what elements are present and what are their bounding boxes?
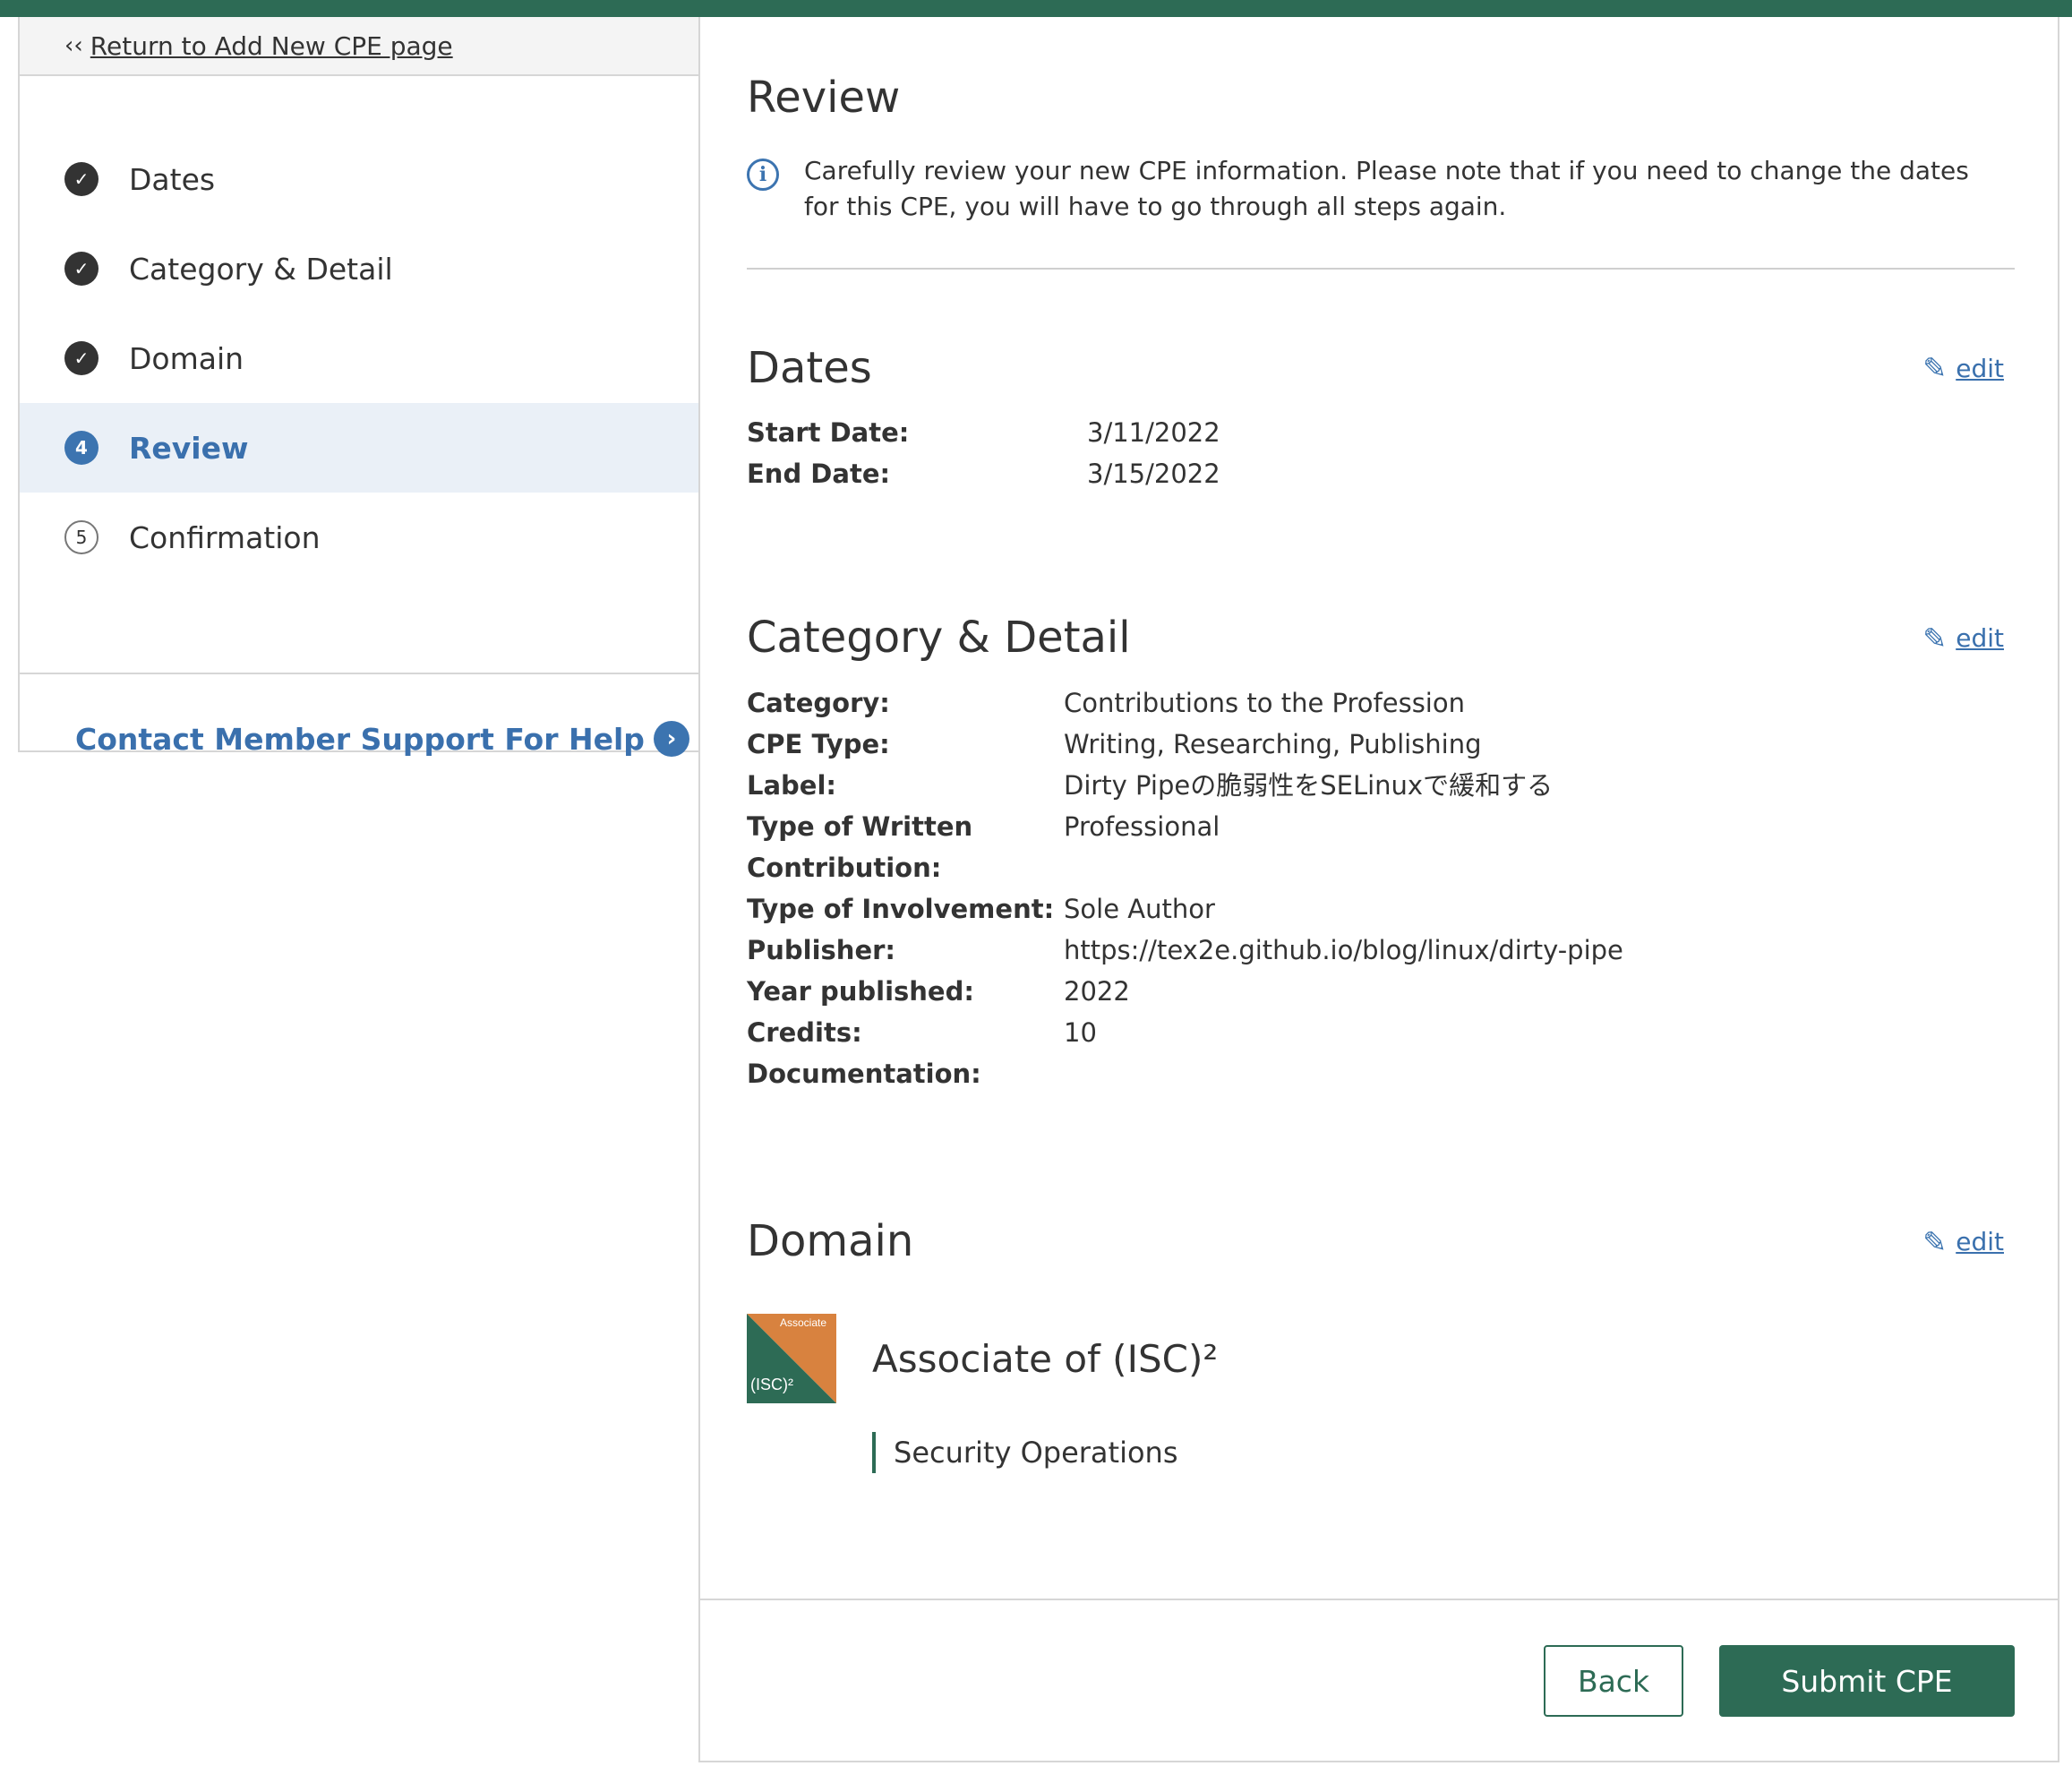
field-label: Publisher: xyxy=(747,934,896,965)
detail-row: Type of Written Contribution: Profession… xyxy=(747,806,2015,888)
pencil-icon: ✎ xyxy=(1922,1224,1948,1259)
step-label: Confirmation xyxy=(129,519,321,555)
domain-name: Associate of (ISC)² xyxy=(872,1336,1219,1381)
detail-row: Type of Involvement: Sole Author xyxy=(747,888,2015,930)
start-date-row: Start Date: 3/11/2022 xyxy=(747,412,2015,453)
step-label: Domain xyxy=(129,340,244,376)
edit-link[interactable]: edit xyxy=(1956,1227,2004,1256)
support-section: Contact Member Support For Help › xyxy=(20,674,698,757)
detail-row: Credits: 10 xyxy=(747,1012,2015,1053)
category-edit[interactable]: ✎ edit xyxy=(1922,622,2004,656)
contact-support-link[interactable]: Contact Member Support For Help xyxy=(75,722,645,757)
check-circle-icon: ✓ xyxy=(64,252,98,286)
dates-section: Dates ✎ edit Start Date: 3/11/2022 End D… xyxy=(747,343,2015,495)
detail-row: Label: Dirty Pipeの脆弱性をSELinuxで緩和する xyxy=(747,765,2015,806)
check-circle-icon: ✓ xyxy=(64,341,98,375)
field-value: https://tex2e.github.io/blog/linux/dirty… xyxy=(1064,934,1623,965)
double-chevron-left-icon: ‹‹ xyxy=(64,32,83,59)
field-value: 2022 xyxy=(1064,975,1130,1007)
return-bar: ‹‹ Return to Add New CPE page xyxy=(20,17,698,76)
field-label: Year published: xyxy=(747,975,974,1007)
field-value: Writing, Researching, Publishing xyxy=(1064,728,1482,759)
back-button[interactable]: Back xyxy=(1544,1645,1683,1717)
step-number-badge: 5 xyxy=(64,520,98,554)
field-value: 3/15/2022 xyxy=(1087,459,1220,490)
edit-link[interactable]: edit xyxy=(1956,623,2004,653)
field-label: CPE Type: xyxy=(747,728,890,759)
submit-cpe-button[interactable]: Submit CPE xyxy=(1719,1645,2015,1717)
info-icon: i xyxy=(747,158,779,191)
field-label: Credits: xyxy=(747,1016,862,1048)
field-label: Type of Written Contribution: xyxy=(747,810,973,883)
step-confirmation[interactable]: 5 Confirmation xyxy=(20,493,698,582)
field-value: Sole Author xyxy=(1064,893,1215,924)
field-label: Label: xyxy=(747,769,837,801)
dates-title: Dates xyxy=(747,342,872,393)
return-link[interactable]: Return to Add New CPE page xyxy=(90,31,453,61)
divider xyxy=(747,267,2015,270)
top-brand-bar xyxy=(0,0,2072,17)
review-panel: Review i Carefully review your new CPE i… xyxy=(698,17,2059,1762)
pencil-icon: ✎ xyxy=(1922,351,1948,386)
domain-section: Domain ✎ edit Associate (ISC)² Associate… xyxy=(747,1216,2015,1474)
field-value: Professional xyxy=(1064,810,1220,842)
action-footer: Back Submit CPE xyxy=(700,1599,2058,1761)
detail-row: Documentation: xyxy=(747,1053,2015,1094)
detail-row: Publisher: https://tex2e.github.io/blog/… xyxy=(747,930,2015,971)
badge-bottom-text: (ISC)² xyxy=(750,1376,793,1393)
detail-row: CPE Type: Writing, Researching, Publishi… xyxy=(747,724,2015,765)
info-text: Carefully review your new CPE informatio… xyxy=(804,155,1969,221)
dates-edit[interactable]: ✎ edit xyxy=(1922,351,2004,385)
category-title: Category & Detail xyxy=(747,613,1131,664)
field-label: Documentation: xyxy=(747,1058,981,1089)
field-value: Dirty Pipeの脆弱性をSELinuxで緩和する xyxy=(1064,769,1554,801)
step-label: Review xyxy=(129,430,249,466)
step-label: Category & Detail xyxy=(129,251,393,287)
end-date-row: End Date: 3/15/2022 xyxy=(747,453,2015,494)
category-section: Category & Detail ✎ edit Category: Contr… xyxy=(747,613,2015,1094)
pencil-icon: ✎ xyxy=(1922,621,1948,656)
field-value: 10 xyxy=(1064,1016,1097,1048)
detail-row: Year published: 2022 xyxy=(747,971,2015,1012)
field-label: End Date: xyxy=(747,459,891,490)
domain-row: Associate (ISC)² Associate of (ISC)² xyxy=(747,1314,2015,1404)
info-notice: i Carefully review your new CPE informat… xyxy=(747,153,2013,225)
field-label: Type of Involvement: xyxy=(747,893,1055,924)
step-category-detail[interactable]: ✓ Category & Detail xyxy=(20,224,698,313)
field-label: Start Date: xyxy=(747,417,910,449)
check-circle-icon: ✓ xyxy=(64,162,98,196)
field-value: Contributions to the Profession xyxy=(1064,687,1465,718)
field-label: Category: xyxy=(747,687,890,718)
steps-sidebar: ‹‹ Return to Add New CPE page ✓ Dates ✓ … xyxy=(18,17,700,757)
edit-link[interactable]: edit xyxy=(1956,354,2004,383)
step-number-badge: 4 xyxy=(64,431,98,465)
domain-title: Domain xyxy=(747,1215,914,1266)
domain-edit[interactable]: ✎ edit xyxy=(1922,1225,2004,1259)
step-review[interactable]: 4 Review xyxy=(20,403,698,493)
step-list: ✓ Dates ✓ Category & Detail ✓ Domain 4 R… xyxy=(20,76,698,674)
field-value: 3/11/2022 xyxy=(1087,417,1220,449)
step-label: Dates xyxy=(129,161,216,197)
detail-row: Category: Contributions to the Professio… xyxy=(747,682,2015,724)
step-dates[interactable]: ✓ Dates xyxy=(20,134,698,224)
page-title: Review xyxy=(747,73,901,123)
step-domain[interactable]: ✓ Domain xyxy=(20,313,698,403)
badge-top-text: Associate xyxy=(780,1316,826,1329)
subdomain: Security Operations xyxy=(872,1432,2015,1474)
chevron-right-circle-icon[interactable]: › xyxy=(653,721,689,757)
associate-badge-icon: Associate (ISC)² xyxy=(747,1314,836,1404)
